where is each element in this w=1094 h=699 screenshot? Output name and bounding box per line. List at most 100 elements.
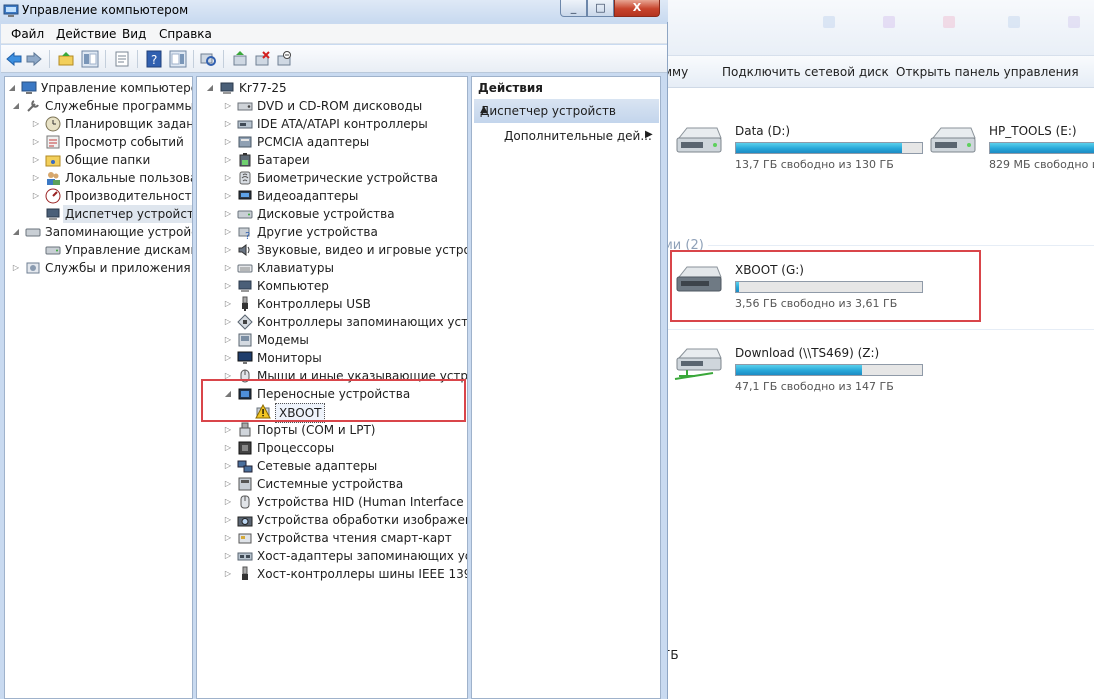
help-icon[interactable]: ? [145,50,163,68]
expand-arrow-icon[interactable]: ▷ [223,349,233,367]
expand-arrow-icon[interactable]: ▷ [223,475,233,493]
tree-item-event-viewer[interactable]: ▷ Просмотр событий [31,133,191,151]
collapse-triangle-icon[interactable]: ▲ [480,104,653,115]
more-actions-item[interactable]: Дополнительные дей... [504,129,652,143]
expand-arrow-icon[interactable]: ▷ [223,331,233,349]
device-category[interactable]: ▷ DVD и CD-ROM дисководы [223,97,467,115]
close-button[interactable]: X [614,0,660,17]
device-category[interactable]: ▷ Компьютер [223,277,467,295]
expand-arrow-icon[interactable]: ▷ [223,187,233,205]
tree-item-shared-folders[interactable]: ▷ Общие папки [31,151,191,169]
expand-arrow-icon[interactable]: ▷ [223,529,233,547]
map-network-drive-button[interactable]: Подключить сетевой диск [722,65,889,79]
device-category[interactable]: ▷ Батареи [223,151,467,169]
maximize-button[interactable]: □ [587,0,614,17]
collapse-arrow-icon[interactable]: ◢ [11,97,21,115]
expand-arrow-icon[interactable]: ▷ [11,259,21,277]
back-arrow-icon[interactable] [5,50,23,68]
expand-arrow-icon[interactable]: ▷ [223,241,233,259]
expand-arrow-icon[interactable]: ▷ [223,421,233,439]
up-folder-icon[interactable] [57,50,75,68]
tree-item-system-tools[interactable]: ◢ Служебные программы [11,97,192,115]
expand-arrow-icon[interactable]: ▷ [223,511,233,529]
device-category[interactable]: ▷ Устройства HID (Human Interface Devices… [223,493,467,511]
expand-arrow-icon[interactable]: ▷ [223,457,233,475]
collapse-arrow-icon[interactable]: ◢ [7,79,17,97]
device-tree-root[interactable]: ◢ Kr77-25 [205,79,465,97]
expand-arrow-icon[interactable]: ▷ [223,133,233,151]
tree-item-device-manager[interactable]: Диспетчер устройств [31,205,192,223]
collapse-arrow-icon[interactable]: ◢ [205,79,215,97]
network-adapter-icon [237,460,253,473]
ghost-icon [1068,16,1080,28]
device-category[interactable]: ▷ Звуковые, видео и игровые устройства [223,241,467,259]
expand-arrow-icon[interactable]: ▷ [223,205,233,223]
forward-arrow-icon[interactable] [25,50,43,68]
update-driver-icon[interactable] [231,50,249,68]
device-category[interactable]: ▷ IDE ATA/ATAPI контроллеры [223,115,467,133]
scan-hardware-icon[interactable] [199,50,217,68]
expand-arrow-icon[interactable]: ▷ [31,169,41,187]
drive-item-e[interactable]: HP_TOOLS (E:) 829 МБ свободно из [927,124,1094,174]
menu-view[interactable]: Вид [122,27,146,41]
expand-arrow-icon[interactable]: ▷ [223,313,233,331]
title-bar[interactable]: Управление компьютером _ □ X [0,0,668,22]
tree-item-task-scheduler[interactable]: ▷ Планировщик заданий [31,115,192,133]
expand-arrow-icon[interactable]: ▷ [223,295,233,313]
expand-arrow-icon[interactable]: ▷ [223,259,233,277]
expand-arrow-icon[interactable]: ▷ [223,115,233,133]
action-pane-toggle-icon[interactable] [169,50,187,68]
expand-arrow-icon[interactable]: ▷ [223,493,233,511]
tree-item-storage[interactable]: ◢ Запоминающие устройства [11,223,192,241]
device-category[interactable]: ▷ Устройства чтения смарт-карт [223,529,467,547]
menu-help[interactable]: Справка [159,27,212,41]
expand-arrow-icon[interactable]: ▷ [223,547,233,565]
device-category[interactable]: ▷ Процессоры [223,439,467,457]
device-category[interactable]: ▷ Биометрические устройства [223,169,467,187]
expand-arrow-icon[interactable]: ▷ [223,223,233,241]
device-category[interactable]: ▷ Контроллеры запоминающих устройств [223,313,467,331]
drive-item-z[interactable]: Download (\\TS469) (Z:) 47,1 ГБ свободно… [673,346,923,396]
tree-item-local-users[interactable]: ▷ Локальные пользовате [31,169,192,187]
actions-section-device-manager[interactable]: Диспетчер устройств ▲ [474,99,659,123]
device-category[interactable]: ▷ Модемы [223,331,467,349]
device-category[interactable]: ▷ Хост-адаптеры запоминающих устройств [223,547,467,565]
device-category[interactable]: ▷ Системные устройства [223,475,467,493]
device-category[interactable]: ▷ Порты (COM и LPT) [223,421,467,439]
device-category[interactable]: ▷ Сетевые адаптеры [223,457,467,475]
expand-arrow-icon[interactable]: ▷ [223,277,233,295]
device-category[interactable]: ▷ Видеоадаптеры [223,187,467,205]
minimize-button[interactable]: _ [560,0,587,17]
expand-arrow-icon[interactable]: ▷ [223,97,233,115]
device-category[interactable]: ▷ Хост-контроллеры шины IEEE 1394 [223,565,467,583]
menu-file[interactable]: Файл [11,27,44,41]
expand-arrow-icon[interactable]: ▷ [31,115,41,133]
device-category[interactable]: ▷ PCMCIA адаптеры [223,133,467,151]
open-control-panel-button[interactable]: Открыть панель управления [896,65,1079,79]
expand-arrow-icon[interactable]: ▷ [223,151,233,169]
expand-arrow-icon[interactable]: ▷ [31,133,41,151]
device-category[interactable]: ▷ Клавиатуры [223,259,467,277]
submenu-arrow-icon[interactable]: ▶ [645,129,653,140]
uninstall-device-icon[interactable] [253,50,271,68]
properties-icon[interactable] [113,50,131,68]
tree-item-disk-management[interactable]: Управление дисками [31,241,192,259]
expand-arrow-icon[interactable]: ▷ [31,151,41,169]
expand-arrow-icon[interactable]: ▷ [31,187,41,205]
tree-root[interactable]: ◢ Управление компьютером (л [7,79,192,97]
menu-action[interactable]: Действие [56,27,116,41]
disable-device-icon[interactable] [275,50,293,68]
show-hide-tree-icon[interactable] [81,50,99,68]
expand-arrow-icon[interactable]: ▷ [223,565,233,583]
device-category[interactable]: ▷? Другие устройства [223,223,467,241]
expand-arrow-icon[interactable]: ▷ [223,169,233,187]
tree-item-performance[interactable]: ▷ Производительность [31,187,192,205]
collapse-arrow-icon[interactable]: ◢ [11,223,21,241]
device-category[interactable]: ▷ Устройства обработки изображений [223,511,467,529]
drive-item-d[interactable]: Data (D:) 13,7 ГБ свободно из 130 ГБ [673,124,923,174]
tree-item-services-apps[interactable]: ▷ Службы и приложения [11,259,191,277]
device-category[interactable]: ▷ Контроллеры USB [223,295,467,313]
device-category[interactable]: ▷ Дисковые устройства [223,205,467,223]
device-category[interactable]: ▷ Мониторы [223,349,467,367]
expand-arrow-icon[interactable]: ▷ [223,439,233,457]
